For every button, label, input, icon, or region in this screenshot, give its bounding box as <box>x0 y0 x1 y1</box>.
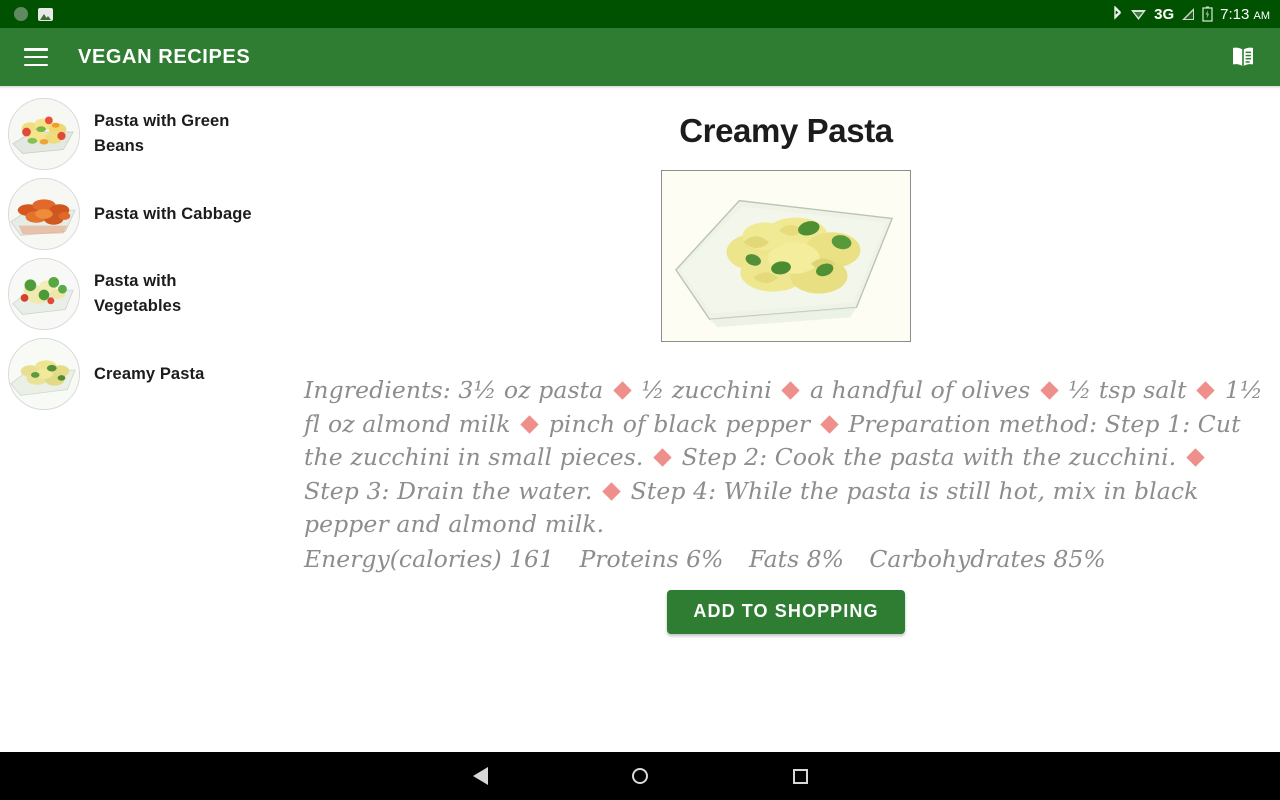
network-type-label: 3G <box>1154 5 1175 23</box>
preparation-label: Preparation method: <box>848 409 1098 438</box>
bluetooth-icon <box>1114 6 1122 20</box>
preparation-step: Step 2: Cook the pasta with the zucchini… <box>681 443 1177 471</box>
preparation-step: Step 3: Drain the water. <box>304 476 593 505</box>
diamond-separator-icon <box>1040 381 1059 400</box>
pasta-cabbage-thumb <box>8 178 80 250</box>
recents-nav-icon <box>792 768 808 784</box>
diamond-separator-icon <box>820 414 839 434</box>
add-to-shopping-row: ADD TO SHOPPING <box>292 590 1280 634</box>
ingredients-label: Ingredients: <box>304 376 451 404</box>
ingredient-item: ½ zucchini <box>641 376 772 404</box>
ingredient-item: a handful of olives <box>809 376 1031 404</box>
list-item[interactable]: Pasta with Cabbage <box>0 174 292 254</box>
list-item[interactable]: Pasta with Green Beans <box>0 94 292 174</box>
pasta-green-beans-thumb <box>8 98 80 170</box>
diamond-separator-icon <box>1186 448 1205 467</box>
recipe-detail-panel: Creamy Pasta Ingredients: 3½ oz pasta ½ … <box>292 94 1280 754</box>
nutrition-proteins: Proteins 6% <box>579 544 724 573</box>
creamy-pasta-thumb <box>8 338 80 410</box>
app-title: VEGAN RECIPES <box>78 45 251 68</box>
list-item[interactable]: Creamy Pasta <box>0 334 292 414</box>
app-bar: VEGAN RECIPES <box>0 28 1280 86</box>
ingredient-item: ½ tsp salt <box>1068 376 1187 404</box>
pasta-vegetables-thumb <box>8 258 80 330</box>
list-item[interactable]: Pasta with Vegetables <box>0 254 292 334</box>
battery-icon <box>1202 6 1213 22</box>
app-screen: 3G 7:13 AM VEGAN RECIPES Pasta with Gree… <box>0 0 1280 800</box>
page-title: Creamy Pasta <box>679 112 893 149</box>
ingredient-item: pinch of black pepper <box>548 409 811 438</box>
diamond-separator-icon <box>781 381 801 400</box>
nutrition-carbohydrates: Carbohydrates 85% <box>869 544 1106 573</box>
home-nav-button[interactable] <box>560 768 720 784</box>
status-bar-right-icons: 3G 7:13 AM <box>1112 6 1270 23</box>
add-to-shopping-button[interactable]: ADD TO SHOPPING <box>667 590 905 634</box>
hamburger-bar <box>24 63 48 66</box>
back-nav-icon <box>472 767 488 785</box>
image-icon <box>38 7 53 21</box>
signal-strength-icon <box>1182 8 1195 20</box>
hamburger-bar <box>24 55 48 59</box>
menu-book-icon[interactable] <box>1228 45 1258 69</box>
android-nav-bar <box>0 752 1280 800</box>
back-nav-button[interactable] <box>400 767 560 785</box>
ingredient-item: 3½ oz pasta <box>458 376 604 404</box>
status-bar-left-icons <box>14 7 53 21</box>
wifi-icon <box>1131 10 1147 20</box>
hamburger-bar <box>24 48 48 51</box>
recipe-list-sidebar: Pasta with Green Beans Pasta with Cabbag… <box>0 94 292 414</box>
list-item-label: Creamy Pasta <box>94 364 205 383</box>
app-bar-shadow <box>0 86 1280 89</box>
list-item-label: Pasta with Green Beans <box>94 112 230 155</box>
list-item-label: Pasta with Vegetables <box>94 272 182 315</box>
recipe-instructions: Ingredients: 3½ oz pasta ½ zucchini a ha… <box>304 374 1268 542</box>
diamond-separator-icon <box>520 414 539 434</box>
nutrition-energy: Energy(calories) 161 <box>304 544 554 573</box>
creamy-pasta-photo <box>661 170 911 342</box>
diamond-separator-icon <box>1196 381 1215 400</box>
recents-nav-button[interactable] <box>720 768 880 784</box>
nutrition-summary: Energy(calories) 161 Proteins 6% Fats 8%… <box>304 543 1268 577</box>
diamond-separator-icon <box>613 381 632 400</box>
diamond-separator-icon <box>653 448 672 467</box>
clock-time: 7:13 <box>1220 5 1250 23</box>
clock: 7:13 AM <box>1220 6 1270 23</box>
home-nav-icon <box>632 768 648 784</box>
circle-placeholder-icon <box>14 7 28 21</box>
status-bar: 3G 7:13 AM <box>0 0 1280 28</box>
diamond-separator-icon <box>602 481 621 501</box>
hamburger-menu-icon[interactable] <box>24 48 48 66</box>
list-item-label: Pasta with Cabbage <box>94 204 252 223</box>
nutrition-fats: Fats 8% <box>748 544 844 573</box>
clock-meridiem: AM <box>1253 9 1271 22</box>
